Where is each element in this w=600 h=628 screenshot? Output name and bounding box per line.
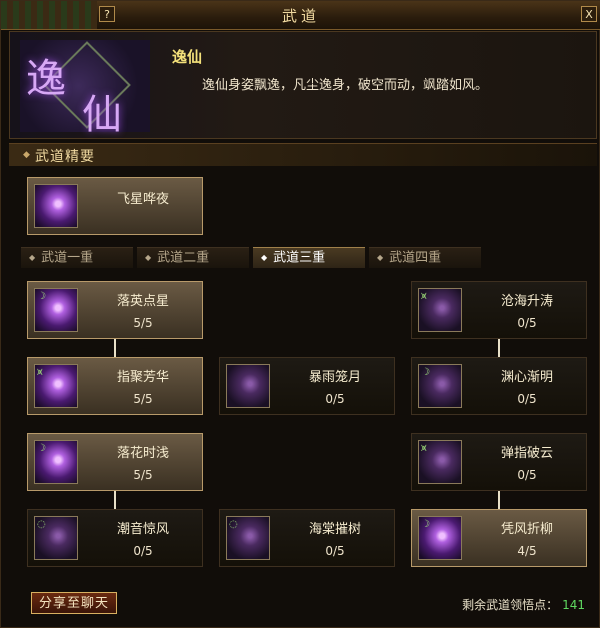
skill-name: 指聚芳华 bbox=[116, 370, 169, 385]
tab-label: 武道三重 bbox=[273, 250, 326, 266]
skill-connector-line bbox=[114, 491, 116, 509]
sect-emblem: 逸 仙 bbox=[20, 40, 150, 138]
skill-level: 0/5 bbox=[325, 544, 345, 558]
feather-swirl-icon: ◌ bbox=[226, 516, 270, 560]
diamond-bullet-icon: ◆ bbox=[261, 253, 268, 262]
tab-label: 武道一重 bbox=[41, 250, 94, 266]
window-title: 武道 bbox=[281, 7, 320, 25]
skill-name: 凭风折柳 bbox=[500, 522, 553, 537]
skill-slot[interactable]: ⩙ 指聚芳华 5/5 bbox=[27, 357, 203, 415]
skill-type-icon: ☽ bbox=[421, 367, 430, 378]
skill-name: 弹指破云 bbox=[500, 446, 553, 461]
skill-level: 0/5 bbox=[517, 316, 537, 330]
skill-connector-line bbox=[114, 339, 116, 357]
feather-swirl-icon: ☽ bbox=[418, 516, 462, 560]
skill-level: 5/5 bbox=[133, 392, 153, 406]
skill-name: 暴雨笼月 bbox=[308, 370, 361, 385]
skill-type-icon: ☽ bbox=[37, 291, 46, 302]
ninja-silhouette-icon bbox=[34, 184, 78, 228]
skill-slot[interactable]: ◌ 潮音惊风 0/5 bbox=[27, 509, 203, 567]
tab-label: 武道四重 bbox=[389, 250, 442, 266]
skill-connector-line bbox=[498, 491, 500, 509]
crystal-figure-icon: ☽ bbox=[418, 364, 462, 408]
blade-slash-icon: ⩙ bbox=[418, 288, 462, 332]
skill-type-icon: ◌ bbox=[37, 519, 46, 530]
skill-slot[interactable]: ☽ 凭风折柳 4/5 bbox=[411, 509, 587, 567]
skill-slot[interactable]: 暴雨笼月 0/5 bbox=[219, 357, 395, 415]
essence-section-header: ◆ 武道精要 bbox=[9, 143, 597, 166]
tab-label: 武道二重 bbox=[157, 250, 210, 266]
skill-type-icon: ☽ bbox=[37, 443, 46, 454]
skill-type-icon: ☽ bbox=[421, 519, 430, 530]
skill-connector-line bbox=[498, 339, 500, 357]
feather-swirl-icon: ◌ bbox=[34, 516, 78, 560]
skill-name: 沧海升涛 bbox=[500, 294, 553, 309]
feather-swirl-icon: ⩙ bbox=[34, 364, 78, 408]
essence-skill-name: 飞星哗夜 bbox=[116, 192, 169, 207]
diamond-bullet-icon: ◆ bbox=[145, 253, 152, 262]
tab-tier-3[interactable]: ◆ 武道三重 bbox=[253, 247, 365, 268]
emblem-char-2: 仙 bbox=[82, 92, 122, 138]
sect-header: 逸 仙 逸仙 逸仙身姿飘逸，凡尘逸身，破空而动，飒踏如风。 bbox=[9, 31, 597, 139]
essence-title: 武道精要 bbox=[35, 149, 95, 165]
skill-level: 4/5 bbox=[517, 544, 537, 558]
skill-level: 0/5 bbox=[133, 544, 153, 558]
remaining-points-label: 剩余武道领悟点： bbox=[462, 598, 559, 612]
tab-tier-4[interactable]: ◆ 武道四重 bbox=[369, 247, 481, 268]
skill-slot[interactable]: ☽ 落英点星 5/5 bbox=[27, 281, 203, 339]
skill-level: 0/5 bbox=[517, 468, 537, 482]
essence-skill[interactable]: 飞星哗夜 bbox=[27, 177, 203, 235]
skill-type-icon: ⩙ bbox=[421, 291, 427, 302]
diamond-bullet-icon: ◆ bbox=[377, 253, 384, 262]
close-button[interactable]: X bbox=[581, 6, 597, 22]
remaining-points: 剩余武道领悟点： 141 bbox=[462, 596, 585, 613]
skill-slot[interactable]: ☽ 渊心渐明 0/5 bbox=[411, 357, 587, 415]
skill-slot[interactable]: ☽ 落花时浅 5/5 bbox=[27, 433, 203, 491]
skill-slot[interactable]: ◌ 海棠摧树 0/5 bbox=[219, 509, 395, 567]
skill-name: 落花时浅 bbox=[116, 446, 169, 461]
feather-swirl-icon: ☽ bbox=[34, 288, 78, 332]
skill-slot[interactable]: ⩙ 沧海升涛 0/5 bbox=[411, 281, 587, 339]
skill-name: 潮音惊风 bbox=[116, 522, 169, 537]
piano-keys-icon bbox=[226, 364, 270, 408]
tab-tier-1[interactable]: ◆ 武道一重 bbox=[21, 247, 133, 268]
skill-level: 5/5 bbox=[133, 468, 153, 482]
sect-name: 逸仙 bbox=[172, 48, 203, 66]
skill-slot[interactable]: ⩙ 弹指破云 0/5 bbox=[411, 433, 587, 491]
diamond-bullet-icon: ◆ bbox=[29, 253, 36, 262]
skill-type-icon: ◌ bbox=[229, 519, 238, 530]
feather-swirl-icon: ⩙ bbox=[418, 440, 462, 484]
feather-swirl-icon: ☽ bbox=[34, 440, 78, 484]
title-bar[interactable]: ? 武道 X bbox=[1, 1, 600, 30]
emblem-char-1: 逸 bbox=[26, 56, 66, 102]
martial-arts-window: ? 武道 X 逸 仙 逸仙 逸仙身姿飘逸，凡尘逸身，破空而动，飒踏如风。 ◆ 武… bbox=[0, 0, 600, 628]
skill-type-icon: ⩙ bbox=[37, 367, 43, 378]
tab-tier-2[interactable]: ◆ 武道二重 bbox=[137, 247, 249, 268]
remaining-points-value: 141 bbox=[562, 598, 585, 612]
sect-description: 逸仙身姿飘逸，凡尘逸身，破空而动，飒踏如风。 bbox=[202, 78, 489, 93]
skill-type-icon: ⩙ bbox=[421, 443, 427, 454]
skill-name: 落英点星 bbox=[116, 294, 169, 309]
skill-name: 渊心渐明 bbox=[500, 370, 553, 385]
skill-level: 0/5 bbox=[325, 392, 345, 406]
share-to-chat-button[interactable]: 分享至聊天 bbox=[31, 592, 117, 614]
skill-name: 海棠摧树 bbox=[308, 522, 361, 537]
skill-level: 0/5 bbox=[517, 392, 537, 406]
diamond-bullet-icon: ◆ bbox=[23, 150, 30, 160]
skill-level: 5/5 bbox=[133, 316, 153, 330]
